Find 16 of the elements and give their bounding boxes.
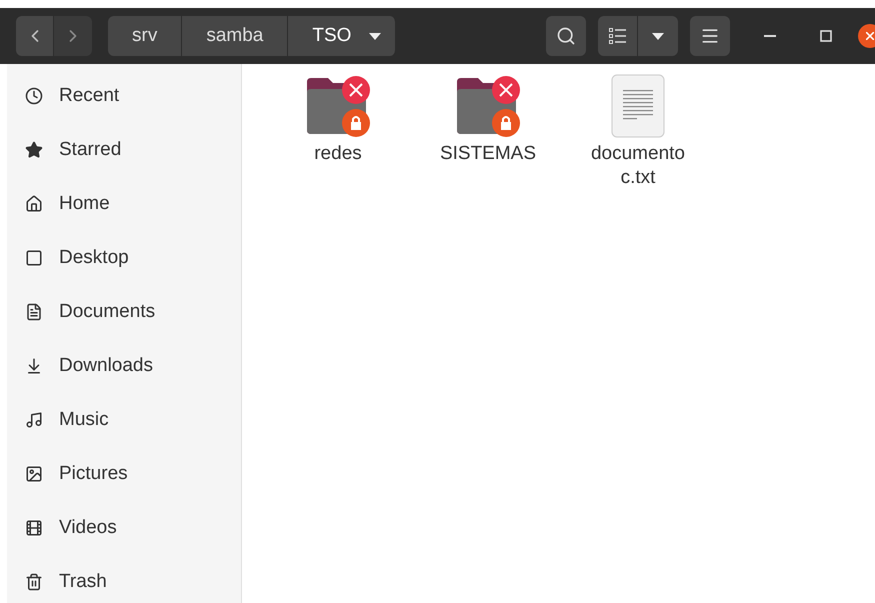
sidebar-item[interactable]: Documents: [7, 285, 241, 339]
sidebar-item[interactable]: Videos: [7, 501, 241, 555]
sidebar-item[interactable]: Music: [7, 393, 241, 447]
path-button[interactable]: TSO: [288, 16, 396, 56]
sidebar-item[interactable]: Downloads: [7, 339, 241, 393]
file-name: redes: [314, 142, 362, 166]
sidebar-item[interactable]: Home: [7, 177, 241, 231]
sidebar-item[interactable]: Pictures: [7, 447, 241, 501]
file-name: SISTEMAS: [440, 142, 536, 166]
path-button[interactable]: srv: [108, 16, 182, 56]
file-name: documento c.txt: [590, 142, 685, 190]
sidebar-item[interactable]: Desktop: [7, 231, 241, 285]
sidebar-item[interactable]: Trash: [7, 555, 241, 603]
path-button[interactable]: samba: [182, 16, 288, 56]
sidebar-item[interactable]: Recent: [7, 69, 241, 123]
sidebar-item[interactable]: Starred: [7, 123, 241, 177]
